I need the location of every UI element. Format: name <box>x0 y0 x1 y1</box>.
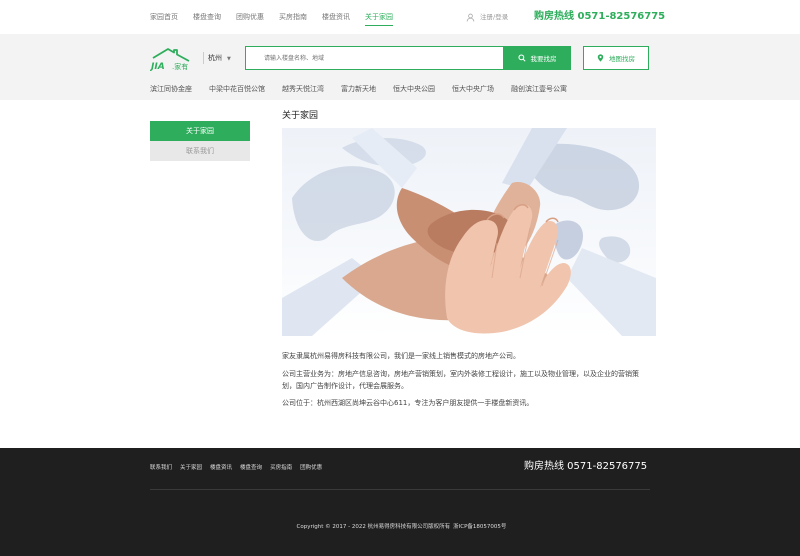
footer-link-search[interactable]: 楼盘查询 <box>240 462 262 474</box>
footer: 联系我们 关于家园 楼盘资讯 楼盘查询 买房指南 团购优惠 购房热线 0571-… <box>0 448 800 556</box>
copyright-text: Copyright © 2017 - 2022 杭州易得房科技有限公司版权所有 <box>296 524 451 530</box>
footer-link-guide[interactable]: 买房指南 <box>270 462 292 474</box>
svg-text:.家有: .家有 <box>172 62 188 71</box>
footer-link-contact[interactable]: 联系我们 <box>150 462 172 474</box>
top-bar: 家园首页 楼盘查询 团购优惠 买房指南 楼盘资讯 关于家园 注册/登录 购房热线… <box>0 0 800 34</box>
svg-text:JIA: JIA <box>150 62 165 71</box>
hot-project-link[interactable]: 滨江同协金座 <box>150 82 192 96</box>
footer-divider <box>150 489 650 490</box>
hero-image <box>282 128 656 336</box>
search-icon <box>517 54 526 62</box>
map-pin-icon <box>597 54 604 62</box>
hot-projects: 滨江同协金座 中梁中花百悦公馆 越秀天悦江湾 富力新天地 恒大中央公园 恒大中央… <box>150 82 584 96</box>
hotline-header: 购房热线 0571-82576775 <box>534 11 666 22</box>
footer-link-news[interactable]: 楼盘资讯 <box>210 462 232 474</box>
map-button-label: 地图找房 <box>609 55 635 63</box>
address-paragraph: 公司位于：杭州西湖区尚坤云谷中心611，专注为客户朋友提供一手楼盘新资讯。 <box>282 399 534 407</box>
hot-project-link[interactable]: 越秀天悦江湾 <box>282 82 324 96</box>
footer-link-deals[interactable]: 团购优惠 <box>300 462 322 474</box>
hot-project-link[interactable]: 融创滨江壹号公寓 <box>511 82 567 96</box>
site-logo[interactable]: JIA .家有 <box>150 47 192 71</box>
login-label: 注册/登录 <box>480 13 509 21</box>
chevron-down-icon: ▼ <box>227 56 231 62</box>
user-icon <box>466 13 475 22</box>
footer-links: 联系我们 关于家园 楼盘资讯 楼盘查询 买房指南 团购优惠 <box>150 462 330 474</box>
map-search-button[interactable]: 地图找房 <box>583 46 649 70</box>
business-paragraph: 公司主营业务为：房地产信息咨询，房地产营销策划，室内外装修工程设计，施工以及物业… <box>282 370 639 390</box>
city-label: 杭州 <box>208 54 222 62</box>
nav-about[interactable]: 关于家园 <box>365 0 393 26</box>
city-selector[interactable]: 杭州 ▼ <box>203 52 231 64</box>
search-button-label: 我要找房 <box>530 55 557 63</box>
intro-paragraph: 家友隶属杭州易得房科技有限公司，我们是一家线上销售模式的房地产公司。 <box>282 352 520 360</box>
copyright: Copyright © 2017 - 2022 杭州易得房科技有限公司版权所有浙… <box>0 522 800 532</box>
page-title: 关于家园 <box>282 111 319 121</box>
nav-home[interactable]: 家园首页 <box>150 0 178 26</box>
sidebar-item-about[interactable]: 关于家园 <box>150 121 250 141</box>
footer-hotline: 购房热线 0571-82576775 <box>524 461 648 472</box>
nav-property-search[interactable]: 楼盘查询 <box>193 0 221 26</box>
hot-project-link[interactable]: 恒大中央广场 <box>452 82 494 96</box>
sidebar-item-contact[interactable]: 联系我们 <box>150 141 250 161</box>
top-nav: 家园首页 楼盘查询 团购优惠 买房指南 楼盘资讯 关于家园 <box>150 0 408 26</box>
login-link[interactable]: 注册/登录 <box>466 11 508 23</box>
nav-property-news[interactable]: 楼盘资讯 <box>322 0 350 26</box>
nav-group-deals[interactable]: 团购优惠 <box>236 0 264 26</box>
footer-link-about[interactable]: 关于家园 <box>180 462 202 474</box>
hot-project-link[interactable]: 恒大中央公园 <box>393 82 435 96</box>
search-input[interactable] <box>245 46 503 70</box>
search-button[interactable]: 我要找房 <box>503 46 571 70</box>
icp-number[interactable]: 浙ICP备18057005号 <box>453 524 506 530</box>
hot-project-link[interactable]: 富力新天地 <box>341 82 376 96</box>
hot-project-link[interactable]: 中梁中花百悦公馆 <box>209 82 265 96</box>
nav-buying-guide[interactable]: 买房指南 <box>279 0 307 26</box>
hands-teamwork-illustration <box>282 128 656 336</box>
